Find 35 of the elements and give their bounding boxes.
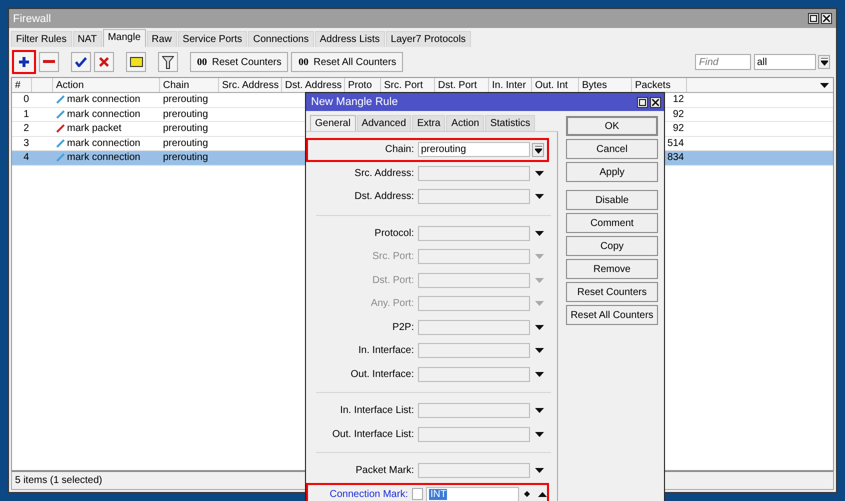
table-cell-text: 4 xyxy=(22,152,30,164)
table-cell: mark connection xyxy=(67,94,140,106)
field-label: Connection Mark: xyxy=(328,488,409,500)
table-cell-text: 3 xyxy=(22,138,30,149)
field-label: Src. Port: xyxy=(371,251,415,262)
table-cell: mark connection xyxy=(67,152,140,164)
table-cell-text: prerouting xyxy=(162,152,210,164)
table-cell-text: prerouting xyxy=(162,108,210,120)
table-cell-text: 0 xyxy=(22,94,30,106)
table-cell-text: prerouting xyxy=(162,138,210,149)
field-label: P2P: xyxy=(391,322,415,333)
table-cell: 12 xyxy=(672,94,684,106)
field-label: Protocol: xyxy=(374,228,415,239)
table-cell-text: 2 xyxy=(22,123,30,134)
field-label: In. Interface: xyxy=(357,345,415,356)
field-label: Dst. Port: xyxy=(371,274,415,286)
field-label: Out. Interface List: xyxy=(331,428,415,440)
table-cell: 92 xyxy=(672,123,684,134)
table-cell: mark packet xyxy=(67,123,122,134)
table-cell-text: prerouting xyxy=(162,94,210,106)
table-cell: 92 xyxy=(672,108,684,120)
table-cell: 514 xyxy=(667,138,684,149)
table-cell: mark connection xyxy=(67,138,140,149)
dialog-title: New Mangle Rule xyxy=(311,96,398,108)
table-cell: mark connection xyxy=(67,108,140,120)
field-label: Any. Port: xyxy=(370,298,415,310)
table-cell: 834 xyxy=(667,152,684,164)
field-label: Chain: xyxy=(384,144,415,156)
table-cell-text: 1 xyxy=(22,108,30,120)
field-label: Out. Interface: xyxy=(350,368,415,380)
field-label: Dst. Address: xyxy=(354,191,415,202)
window-title: Firewall xyxy=(13,12,51,24)
field-label: In. Interface List: xyxy=(339,405,415,416)
field-label: Src. Address: xyxy=(354,168,415,179)
table-cell-text: prerouting xyxy=(162,123,210,134)
